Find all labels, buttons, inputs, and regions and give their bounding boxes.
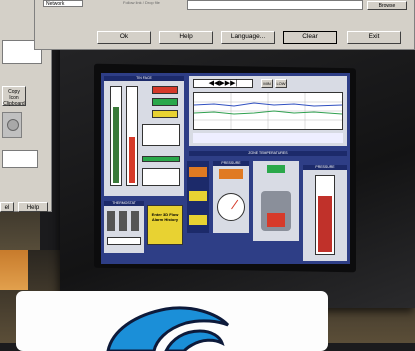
thermostat-switch-2[interactable] bbox=[119, 211, 127, 231]
path-field[interactable] bbox=[187, 0, 363, 10]
pressure-block[interactable] bbox=[219, 169, 243, 179]
browse-button[interactable]: Browse bbox=[367, 1, 407, 10]
indicator-bar bbox=[142, 156, 180, 162]
thermostat-readout bbox=[107, 237, 141, 245]
exit-button[interactable]: Exit bbox=[347, 31, 401, 44]
hmi-screen: TIN FACE ◀◀▶▶▶| MIN LOW ZONE TEMPERATURE… bbox=[101, 73, 350, 264]
zone-temps-title: ZONE TEMPERATURES bbox=[189, 151, 347, 156]
help-button[interactable]: Help bbox=[159, 31, 213, 44]
gauge-panel: TIN FACE bbox=[104, 76, 184, 196]
tank-panel bbox=[253, 161, 299, 241]
tank-graphic bbox=[261, 191, 291, 231]
pressure-title: PRESSURE bbox=[213, 161, 249, 166]
value-display-2 bbox=[142, 168, 180, 186]
copy-icon-button[interactable]: Copy Icon Clipboard bbox=[2, 86, 26, 107]
trend-lines bbox=[193, 93, 343, 129]
thermostat-panel: THERMOSTAT bbox=[104, 201, 144, 253]
value-display bbox=[142, 124, 180, 146]
small-button-low[interactable]: LOW bbox=[275, 79, 287, 88]
background-object bbox=[0, 250, 28, 290]
tank-fill bbox=[267, 213, 285, 227]
drop-hint: Follow link / Drop file bbox=[123, 0, 160, 5]
trend-legend bbox=[193, 133, 343, 143]
level-gauge bbox=[110, 86, 122, 186]
status-button-yellow[interactable] bbox=[152, 110, 178, 118]
trend-panel: ◀◀▶▶▶| MIN LOW bbox=[189, 76, 347, 146]
level-gauge-fill bbox=[113, 107, 119, 183]
network-field[interactable]: Network bbox=[43, 0, 83, 7]
tank-indicator bbox=[267, 165, 285, 173]
icon-preview bbox=[2, 112, 22, 138]
tank-level-panel: PRESSURE bbox=[303, 165, 347, 261]
left-field[interactable] bbox=[2, 150, 38, 168]
logo-card bbox=[16, 291, 328, 351]
status-button-green[interactable] bbox=[152, 98, 178, 106]
gear-icon bbox=[7, 119, 19, 131]
pressure-dial bbox=[217, 193, 245, 221]
help-button-left[interactable]: Help bbox=[18, 202, 48, 212]
zone-block-3[interactable] bbox=[189, 215, 207, 225]
zone-column bbox=[187, 161, 209, 233]
temp-gauge bbox=[126, 86, 138, 186]
clear-button[interactable]: Clear bbox=[283, 31, 337, 44]
logo-swoosh-icon bbox=[106, 306, 230, 351]
zone-block-2[interactable] bbox=[189, 191, 207, 201]
status-button-red[interactable] bbox=[152, 86, 178, 94]
gauge-panel-title: TIN FACE bbox=[104, 76, 184, 81]
dial-needle bbox=[231, 199, 239, 210]
tank-level-title: PRESSURE bbox=[303, 165, 347, 170]
alarm-history-button[interactable]: Enter 3D Flow Alarm History bbox=[147, 205, 183, 245]
thermostat-switch-1[interactable] bbox=[107, 211, 115, 231]
small-button-min[interactable]: MIN bbox=[261, 79, 273, 88]
trend-chart bbox=[193, 92, 343, 130]
top-dialog: Network Follow link / Drop file Browse O… bbox=[34, 0, 415, 50]
thermostat-switch-3[interactable] bbox=[131, 211, 139, 231]
thermostat-title: THERMOSTAT bbox=[104, 201, 144, 206]
zone-block-1[interactable] bbox=[189, 167, 207, 177]
pressure-panel: PRESSURE bbox=[213, 161, 249, 233]
language-button[interactable]: Language... bbox=[221, 31, 275, 44]
ok-button[interactable]: Ok bbox=[97, 31, 151, 44]
playback-controls[interactable]: ◀◀▶▶▶| bbox=[193, 79, 253, 88]
tank-level-fill bbox=[318, 196, 332, 252]
left-button-1[interactable]: el bbox=[0, 202, 14, 212]
tank-level-gauge bbox=[315, 175, 335, 255]
temp-gauge-fill bbox=[129, 137, 135, 183]
